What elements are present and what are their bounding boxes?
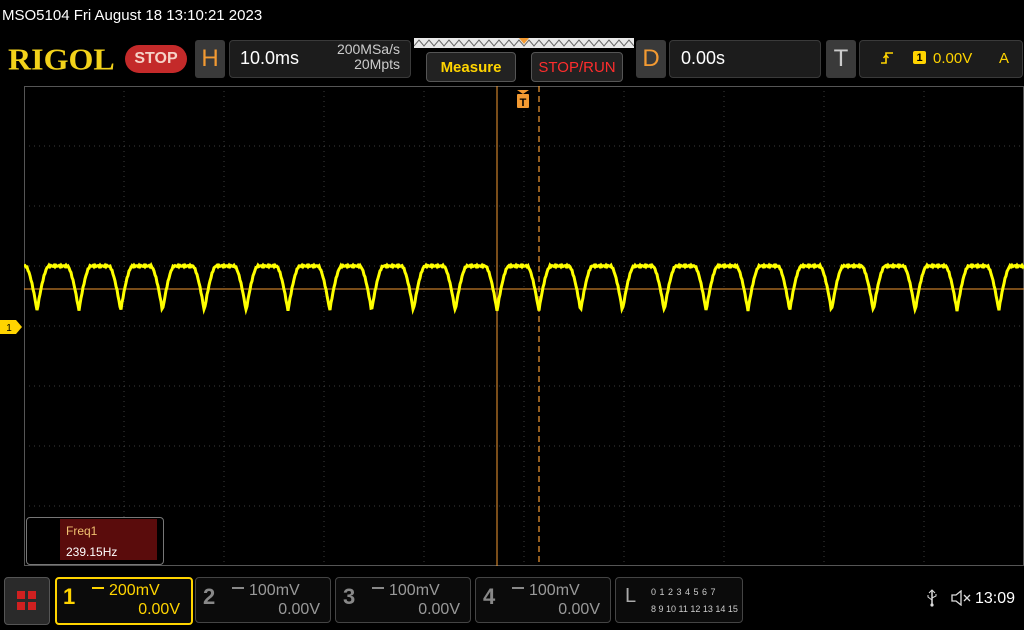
logic-letter: L: [625, 585, 637, 607]
trigger-source-badge: 1: [913, 51, 926, 64]
trigger-mode: A: [999, 50, 1010, 67]
stop-run-button[interactable]: STOP/RUN: [531, 52, 623, 82]
waveform-display[interactable]: T: [24, 86, 1024, 566]
channel-4-number: 4: [483, 584, 496, 609]
timebase-value: 10.0ms: [240, 48, 300, 68]
channel-1-scale: 200mV: [109, 582, 160, 599]
horizontal-menu-button[interactable]: H: [195, 40, 225, 78]
dc-coupling-icon: [92, 587, 104, 593]
dc-coupling-icon: [372, 587, 384, 593]
grid-menu-icon: [17, 591, 36, 610]
sample-info: 200MSa/s 20Mpts: [320, 42, 400, 72]
measurement-name: Freq1: [66, 524, 98, 538]
rigol-logo: RIGOL: [8, 41, 115, 77]
trigger-menu-button[interactable]: T: [826, 40, 856, 78]
sample-rate: 200MSa/s: [336, 41, 400, 57]
logic-channels-row-2: 8 9 10 11 12 13 14 15: [651, 604, 738, 614]
clock: 13:09: [975, 590, 1016, 607]
trigger-marker-label: T: [520, 97, 527, 109]
channel-4-scale: 100mV: [529, 582, 580, 599]
channel-3-number: 3: [343, 584, 356, 609]
logic-channels-row-1: 0 1 2 3 4 5 6 7: [651, 587, 717, 597]
channel-2-number: 2: [203, 584, 216, 609]
usb-icon: [926, 589, 938, 612]
delay-menu-button[interactable]: D: [636, 40, 666, 78]
measure-button[interactable]: Measure: [426, 52, 516, 82]
channel-2-scale: 100mV: [249, 582, 300, 599]
speaker-mute-icon[interactable]: [950, 589, 972, 610]
memory-position-bar: [414, 38, 634, 48]
channel-4-offset: 0.00V: [558, 601, 600, 618]
svg-text:1: 1: [6, 323, 12, 334]
delay-value: 0.00s: [681, 48, 726, 68]
channel-3-offset: 0.00V: [418, 601, 460, 618]
channel-1-offset: 0.00V: [138, 601, 180, 618]
run-state-badge[interactable]: STOP: [125, 45, 187, 73]
title-text: MSO5104 Fri August 18 13:10:21 2023: [2, 7, 263, 24]
measurement-value: 239.15Hz: [66, 545, 118, 559]
app-menu-button[interactable]: [4, 577, 50, 625]
memory-depth: 20Mpts: [354, 56, 400, 72]
rising-edge-icon: [880, 50, 894, 70]
channel-2-offset: 0.00V: [278, 601, 320, 618]
dc-coupling-icon: [512, 587, 524, 593]
dc-coupling-icon: [232, 587, 244, 593]
channel-1-level-marker[interactable]: 1: [0, 319, 24, 335]
trigger-level: 0.00V: [933, 50, 973, 67]
channel-3-scale: 100mV: [389, 582, 440, 599]
channel-1-number: 1: [63, 584, 76, 609]
